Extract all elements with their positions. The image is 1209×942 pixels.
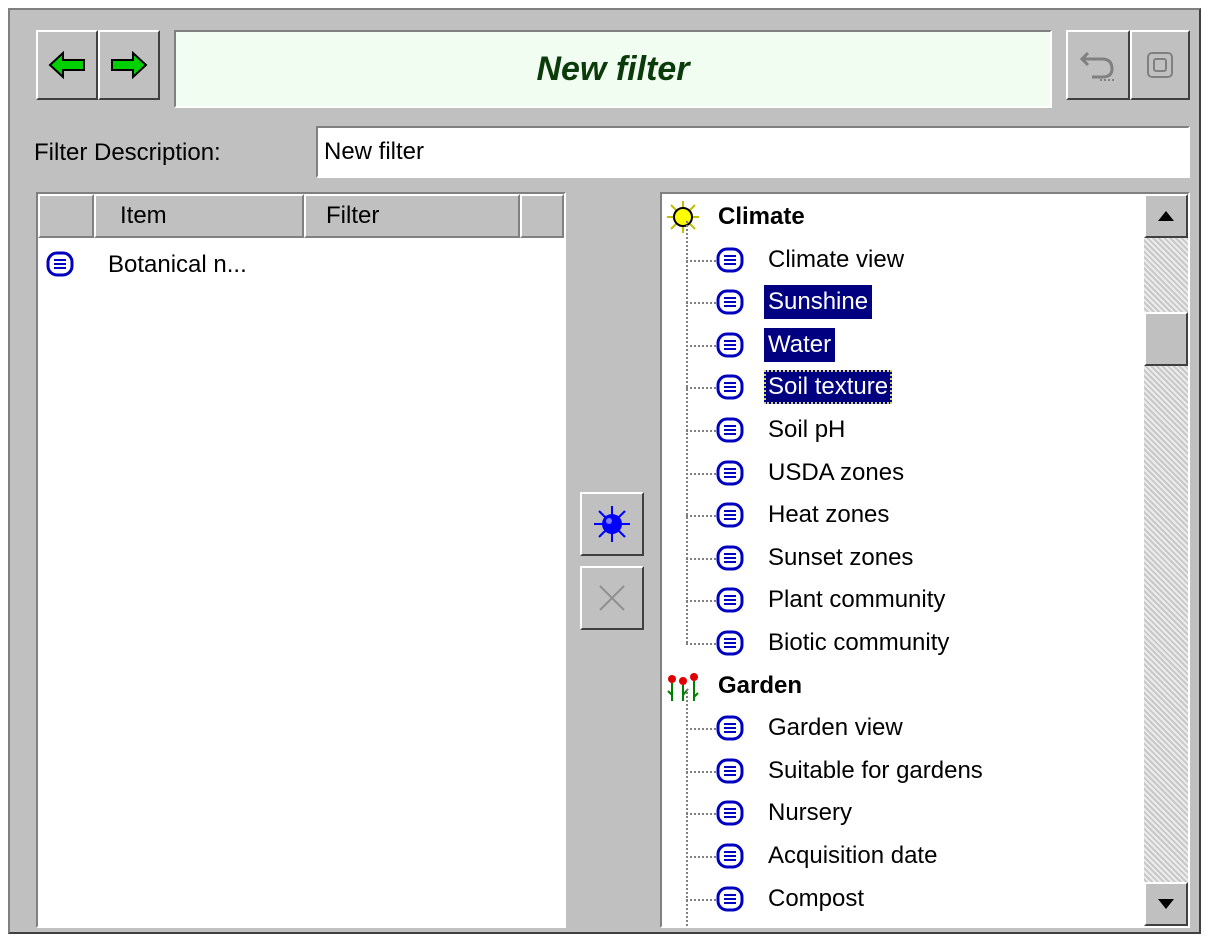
table-row[interactable]: Botanical n...: [38, 242, 564, 288]
tree-connector: [686, 472, 716, 475]
filter-description-value: New filter: [324, 138, 425, 165]
scroll-down-button[interactable]: [1144, 882, 1188, 926]
tree-item-label: Compost: [768, 884, 865, 912]
triangle-down-icon: [1158, 899, 1174, 909]
tree-item-label: Climate view: [768, 245, 905, 273]
filter-description-label: Filter Description:: [34, 139, 221, 166]
column-header-icon[interactable]: [38, 194, 94, 238]
tree-connector: [686, 259, 716, 262]
list-icon: [716, 800, 744, 826]
list-icon: [716, 630, 744, 656]
filter-title-text: New filter: [536, 49, 690, 88]
forward-button[interactable]: [98, 30, 160, 100]
tree-item-label: Nursery: [768, 799, 853, 827]
tree-item-label: Water: [764, 327, 836, 362]
tree-group-climate[interactable]: Climate: [662, 196, 809, 238]
tree-item-label: Soil pH: [768, 416, 846, 443]
tree-connector: [686, 770, 716, 773]
filter-title: New filter: [174, 30, 1052, 108]
triangle-up-icon: [1158, 211, 1174, 221]
table-cell-item: Botanical n...: [108, 251, 247, 278]
table-header: Item Filter: [38, 194, 564, 238]
column-header-filter[interactable]: Filter: [304, 194, 520, 238]
tree-branch-line: [686, 220, 688, 643]
filter-window: New filter Filter Description: New filte…: [8, 8, 1201, 934]
stop-button[interactable]: [1130, 30, 1190, 100]
tree-item-label: USDA zones: [768, 458, 905, 486]
tree-group-garden[interactable]: Garden: [662, 665, 806, 707]
filter-description-input[interactable]: New filter: [316, 126, 1190, 178]
column-header-item[interactable]: Item: [94, 194, 304, 238]
list-icon: [716, 332, 744, 358]
tree-connector: [686, 344, 716, 347]
list-icon: [716, 460, 744, 486]
list-icon: [716, 587, 744, 613]
right-arrow-icon: [111, 51, 148, 79]
blue-star-icon: [594, 506, 630, 542]
filter-items-table: Item Filter Botanical n...: [36, 192, 566, 928]
attribute-tree: Climate Climate view Sunshine Water Soil tex…: [660, 192, 1190, 928]
list-icon: [716, 247, 744, 273]
tree-item-label: Suitable for gardens: [768, 756, 983, 784]
vertical-scrollbar[interactable]: [1144, 194, 1188, 926]
tree-content: Climate Climate view Sunshine Water Soil tex…: [662, 194, 1142, 926]
tree-item-label: Biotic community: [768, 629, 950, 656]
tree-group-label: Climate: [718, 203, 805, 230]
tree-connector: [686, 515, 716, 518]
list-icon: [716, 502, 744, 528]
remove-filter-item-button[interactable]: [580, 566, 644, 630]
list-icon: [46, 251, 74, 277]
tree-item-label: Garden view: [768, 714, 903, 742]
flowers-icon: [667, 672, 699, 701]
tree-connector: [686, 728, 716, 731]
sun-icon: [667, 201, 699, 233]
tree-connector: [686, 430, 716, 432]
list-icon: [716, 843, 744, 869]
tree-connector: [686, 813, 716, 816]
list-icon: [716, 417, 744, 443]
tree-connector: [686, 856, 716, 858]
tree-connector: [686, 387, 716, 390]
tree-connector: [686, 557, 716, 560]
left-arrow-icon: [48, 51, 85, 79]
list-icon: [716, 886, 744, 912]
add-filter-item-button[interactable]: [580, 492, 644, 556]
tree-connector: [686, 898, 716, 901]
undo-icon: [1079, 51, 1114, 81]
back-button[interactable]: [36, 30, 98, 100]
undo-button[interactable]: [1066, 30, 1130, 100]
tree-item-label: Soil texture: [764, 370, 893, 405]
tree-branch-line: [686, 689, 688, 926]
tree-connector: [686, 643, 716, 645]
list-icon: [716, 374, 744, 400]
tree-item-label: Heat zones: [768, 501, 890, 529]
tree-connector: [686, 302, 716, 305]
column-header-spacer: [520, 194, 564, 238]
list-icon: [716, 758, 744, 784]
tree-item-label: Plant community: [768, 586, 946, 614]
tree-item-label: Sunset zones: [768, 543, 914, 571]
tree-connector: [686, 600, 716, 603]
tree-group-label: Garden: [718, 671, 803, 699]
scroll-thumb[interactable]: [1144, 312, 1188, 366]
scroll-up-button[interactable]: [1144, 194, 1188, 238]
tree-item-label: Acquisition date: [768, 842, 938, 869]
list-icon: [716, 545, 744, 571]
list-icon: [716, 289, 744, 315]
list-icon: [716, 715, 744, 741]
x-icon: [599, 585, 625, 611]
tree-item-label: Sunshine: [764, 285, 873, 320]
stop-icon: [1147, 52, 1173, 78]
